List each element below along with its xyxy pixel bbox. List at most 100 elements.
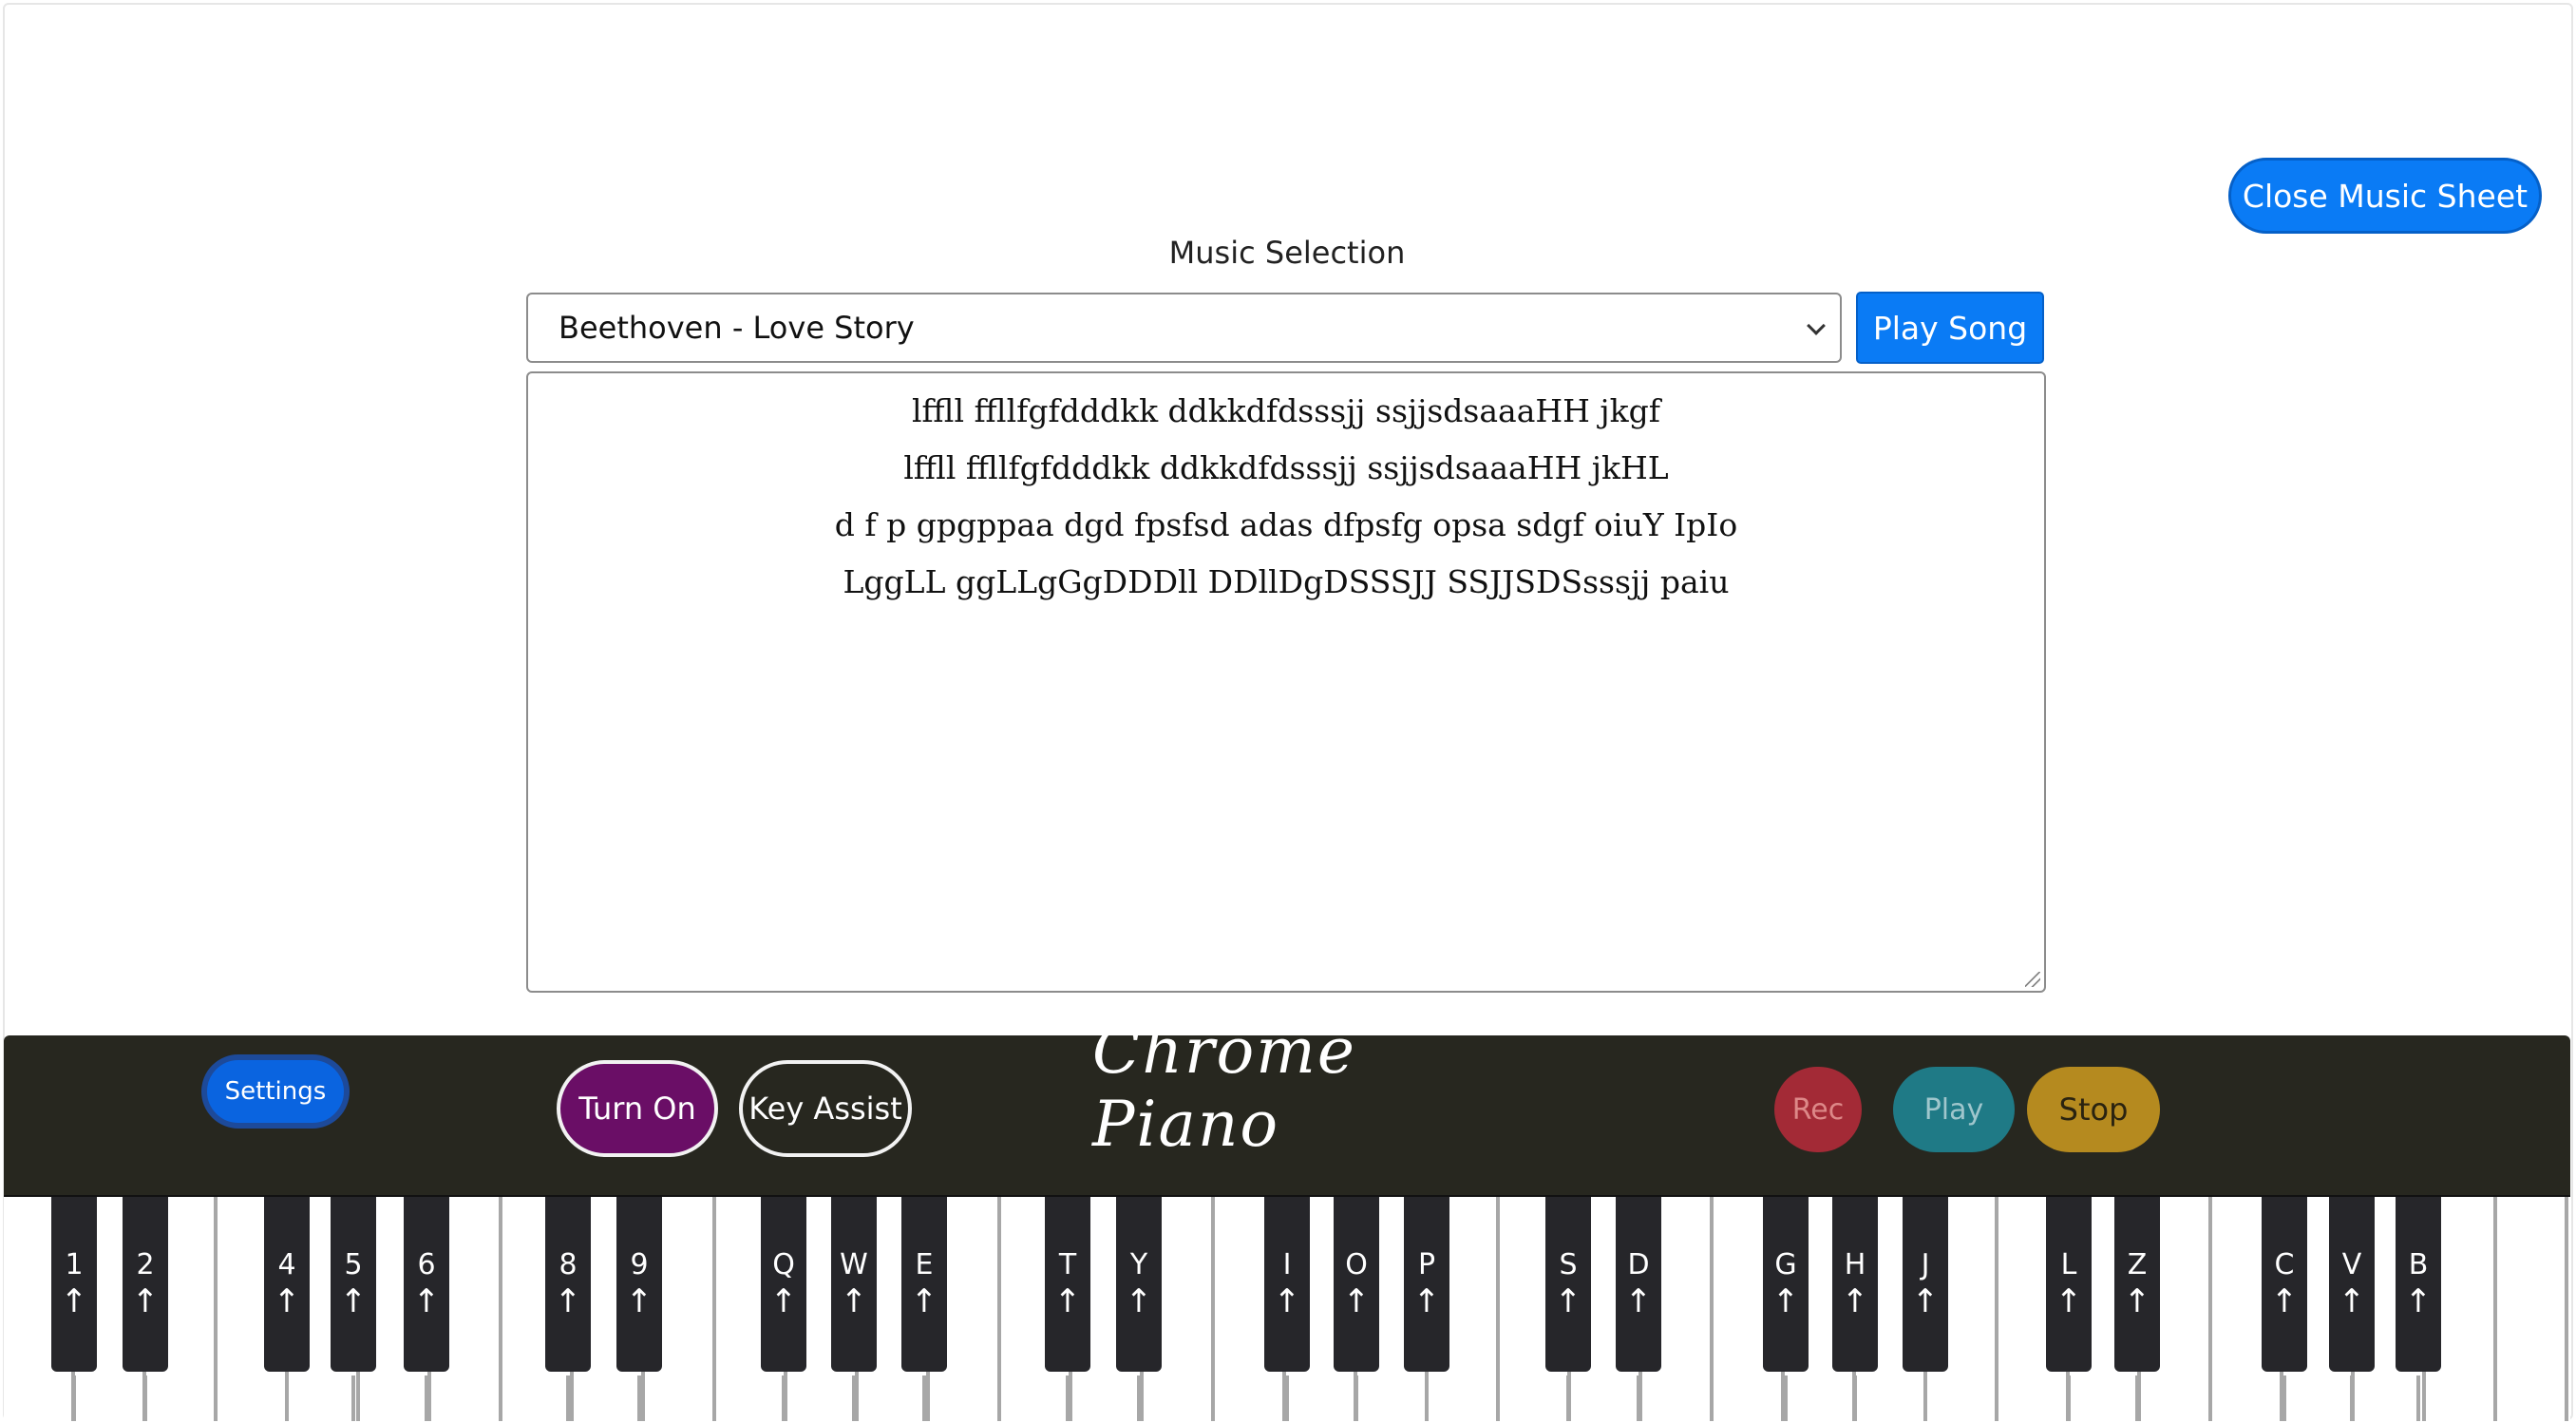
black-key-q[interactable]: Q ↑ [761, 1197, 806, 1372]
arrow-up-icon: ↑ [1911, 1282, 1940, 1320]
key-divider [566, 1376, 570, 1421]
black-key-y[interactable]: Y ↑ [1116, 1197, 1162, 1372]
key-divider [1923, 1376, 1927, 1421]
black-key-label: 2 [136, 1248, 155, 1281]
black-key-label: B [2408, 1248, 2429, 1281]
black-key-p[interactable]: P ↑ [1404, 1197, 1449, 1372]
black-key-label: 5 [344, 1248, 363, 1281]
settings-button[interactable]: Settings [201, 1054, 350, 1129]
black-key-v[interactable]: V ↑ [2329, 1197, 2375, 1372]
song-select[interactable]: Beethoven - Love Story [526, 293, 1842, 363]
black-key-label: T [1058, 1248, 1077, 1281]
black-key-s[interactable]: S ↑ [1545, 1197, 1591, 1372]
arrow-up-icon: ↑ [625, 1282, 653, 1320]
black-key-c[interactable]: C ↑ [2262, 1197, 2307, 1372]
resize-handle-icon[interactable] [2025, 972, 2040, 987]
black-key-g[interactable]: G ↑ [1763, 1197, 1809, 1372]
arrow-up-icon: ↑ [840, 1282, 868, 1320]
play-button[interactable]: Play [1893, 1067, 2015, 1152]
arrow-up-icon: ↑ [1841, 1282, 1869, 1320]
arrow-up-icon: ↑ [60, 1282, 88, 1320]
arrow-up-icon: ↑ [131, 1282, 160, 1320]
black-key-6[interactable]: 6 ↑ [404, 1197, 449, 1372]
play-song-button[interactable]: Play Song [1856, 292, 2044, 364]
key-divider [1784, 1376, 1788, 1421]
piano-keyboard: 1 ↑ 2 ↑ 4 ↑ 5 ↑ 6 ↑ 8 ↑ 9 ↑ Q ↑ W ↑ E ↑ T ↑ Y ↑ I ↑ O ↑ P ↑ S ↑ D ↑ G ↑ H ↑ J ↑… [4, 1197, 2570, 1421]
black-key-label: C [2274, 1248, 2295, 1281]
arrow-up-icon: ↑ [1771, 1282, 1800, 1320]
chrome-piano-logo: Chrome Piano [1092, 1015, 1356, 1161]
black-key-label: S [1559, 1248, 1578, 1281]
black-key-d[interactable]: D ↑ [1616, 1197, 1661, 1372]
arrow-up-icon: ↑ [1342, 1282, 1371, 1320]
black-key-l[interactable]: L ↑ [2046, 1197, 2092, 1372]
key-assist-button[interactable]: Key Assist [739, 1060, 912, 1157]
black-key-label: J [1921, 1248, 1930, 1281]
black-key-label: P [1417, 1248, 1436, 1281]
key-divider [1425, 1376, 1429, 1421]
white-key[interactable] [2497, 1197, 2568, 1421]
arrow-up-icon: ↑ [339, 1282, 368, 1320]
key-divider [2350, 1376, 2354, 1421]
black-key-t[interactable]: T ↑ [1045, 1197, 1090, 1372]
black-key-4[interactable]: 4 ↑ [264, 1197, 310, 1372]
black-key-label: Y [1129, 1248, 1148, 1281]
key-divider [2067, 1376, 2071, 1421]
black-key-h[interactable]: H ↑ [1832, 1197, 1878, 1372]
black-key-b[interactable]: B ↑ [2396, 1197, 2441, 1372]
chevron-down-icon [1807, 316, 1826, 335]
black-key-i[interactable]: I ↑ [1264, 1197, 1310, 1372]
record-button[interactable]: Rec [1774, 1067, 1862, 1152]
key-divider [852, 1376, 856, 1421]
black-key-o[interactable]: O ↑ [1334, 1197, 1379, 1372]
arrow-up-icon: ↑ [1273, 1282, 1301, 1320]
key-divider [72, 1376, 76, 1421]
turn-on-button[interactable]: Turn On [557, 1060, 718, 1157]
black-key-label: I [1282, 1248, 1292, 1281]
black-key-z[interactable]: Z ↑ [2114, 1197, 2160, 1372]
sheet-line: lffll ffllfgfdddkk ddkkdfdsssjj ssjjsdsa… [912, 392, 1660, 429]
arrow-up-icon: ↑ [769, 1282, 798, 1320]
black-key-label: 9 [630, 1248, 649, 1281]
key-divider [285, 1376, 289, 1421]
arrow-up-icon: ↑ [2055, 1282, 2083, 1320]
black-key-label: 1 [65, 1248, 84, 1281]
arrow-up-icon: ↑ [1125, 1282, 1153, 1320]
black-key-label: W [840, 1248, 868, 1281]
sheet-line: lffll ffllfgfdddkk ddkkdfdsssjj ssjjsdsa… [903, 449, 1669, 486]
arrow-up-icon: ↑ [2404, 1282, 2433, 1320]
arrow-up-icon: ↑ [1554, 1282, 1582, 1320]
music-sheet-textarea[interactable]: lffll ffllfgfdddkk ddkkdfdsssjj ssjjsdsa… [526, 371, 2046, 993]
black-key-5[interactable]: 5 ↑ [331, 1197, 376, 1372]
stop-button[interactable]: Stop [2027, 1067, 2160, 1152]
key-divider [2282, 1376, 2286, 1421]
black-key-1[interactable]: 1 ↑ [51, 1197, 97, 1372]
black-key-label: L [2060, 1248, 2077, 1281]
black-key-label: Z [2127, 1248, 2148, 1281]
black-key-j[interactable]: J ↑ [1903, 1197, 1948, 1372]
key-divider [351, 1376, 355, 1421]
black-key-9[interactable]: 9 ↑ [616, 1197, 662, 1372]
key-divider [1853, 1376, 1857, 1421]
key-divider [637, 1376, 641, 1421]
black-key-label: H [1844, 1248, 1866, 1281]
arrow-up-icon: ↑ [2270, 1282, 2299, 1320]
key-divider [782, 1376, 786, 1421]
key-divider [425, 1376, 428, 1421]
key-divider [2135, 1376, 2139, 1421]
black-key-label: E [915, 1248, 934, 1281]
key-divider [1354, 1376, 1358, 1421]
key-divider [1637, 1376, 1640, 1421]
black-key-label: 4 [277, 1248, 296, 1281]
black-key-label: O [1345, 1248, 1368, 1281]
black-key-w[interactable]: W ↑ [831, 1197, 877, 1372]
black-key-e[interactable]: E ↑ [901, 1197, 947, 1372]
arrow-up-icon: ↑ [2338, 1282, 2366, 1320]
close-music-sheet-button[interactable]: Close Music Sheet [2228, 158, 2542, 234]
black-key-2[interactable]: 2 ↑ [123, 1197, 168, 1372]
black-key-8[interactable]: 8 ↑ [545, 1197, 591, 1372]
music-selection-label: Music Selection [1168, 235, 1406, 271]
key-divider [922, 1376, 926, 1421]
song-select-value: Beethoven - Love Story [559, 310, 915, 346]
key-divider [1566, 1376, 1570, 1421]
